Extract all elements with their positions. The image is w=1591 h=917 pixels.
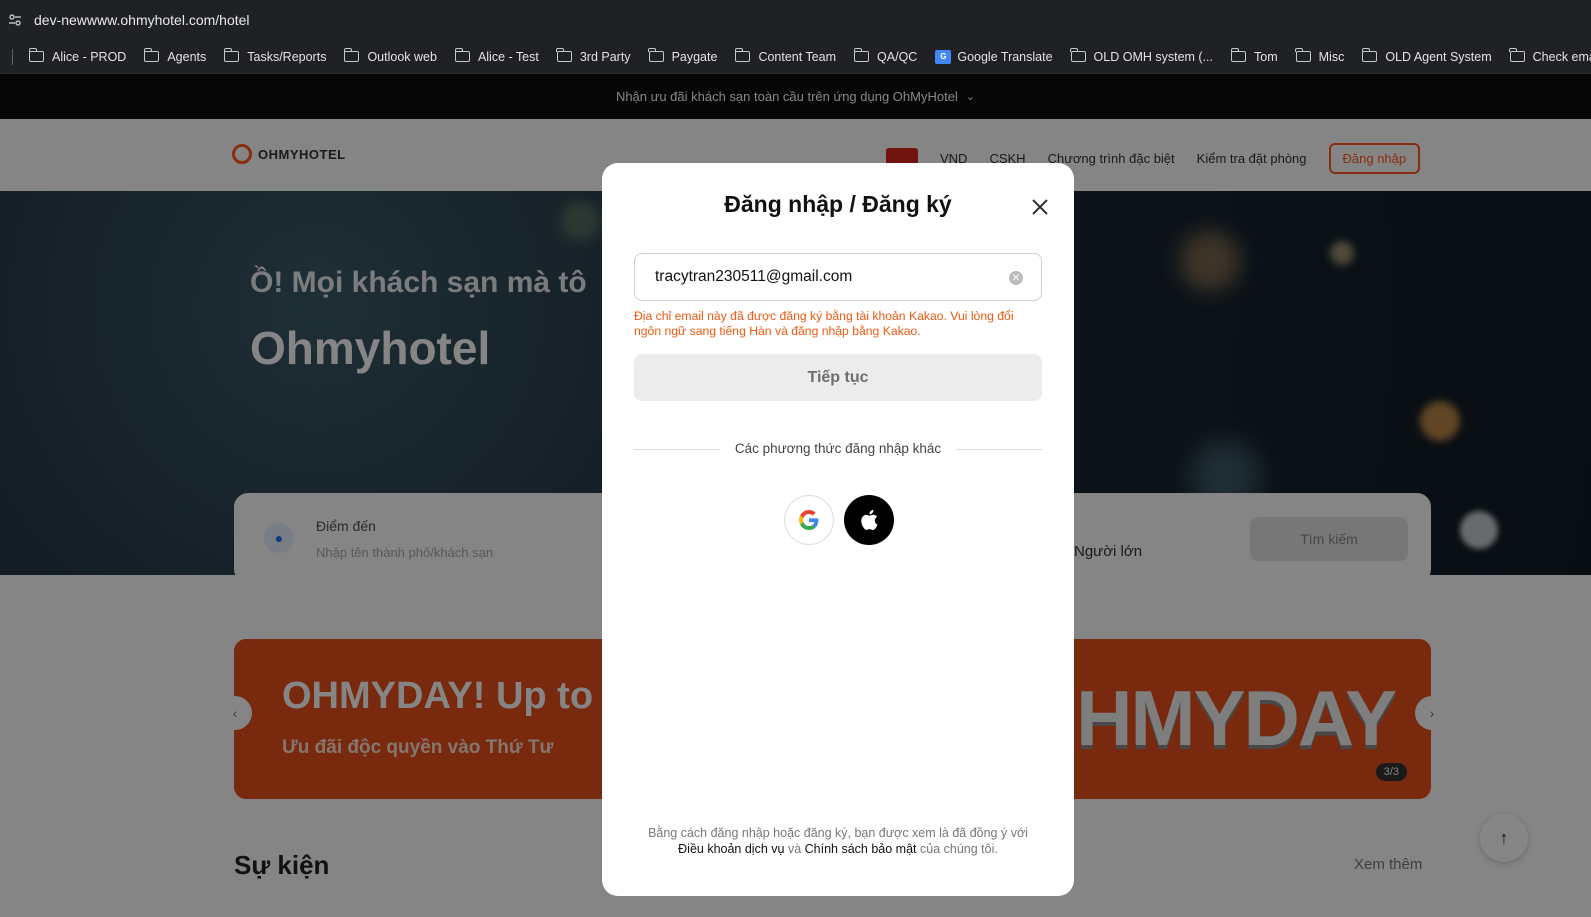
- google-translate-icon: G: [935, 49, 952, 64]
- page-content: Nhận ưu đãi khách sạn toàn cầu trên ứng …: [0, 74, 1591, 917]
- folder-icon: [143, 48, 160, 62]
- bookmark-item[interactable]: Alice - PROD: [28, 48, 127, 64]
- folder-icon: [1509, 48, 1525, 62]
- bookmark-item[interactable]: Alice - Test: [454, 48, 539, 64]
- bookmark-item[interactable]: G Google Translate: [935, 49, 1053, 64]
- bookmark-item[interactable]: Check email sendi: [1509, 48, 1591, 64]
- folder-icon: [1230, 48, 1246, 62]
- bookmark-label: Google Translate: [957, 49, 1053, 64]
- apple-icon: [861, 509, 878, 530]
- bookmark-label: QA/QC: [877, 49, 918, 64]
- close-icon[interactable]: [1026, 193, 1054, 221]
- google-icon: [799, 510, 819, 530]
- terms-of-service-link[interactable]: Điều khoản dịch vụ: [678, 842, 784, 856]
- email-field-wrapper: ✕: [634, 253, 1042, 301]
- google-login-button[interactable]: [784, 495, 834, 545]
- bookmark-item[interactable]: Content Team: [735, 48, 837, 64]
- folder-icon: [853, 48, 870, 62]
- folder-icon: [223, 48, 240, 62]
- folder-icon: [1295, 48, 1311, 62]
- screen: dev-newwww.ohmyhotel.com/hotel Alice - P…: [0, 0, 1591, 917]
- terms-notice: Bằng cách đăng nhập hoặc đăng ký, bạn đư…: [632, 825, 1044, 857]
- site-settings-icon[interactable]: [0, 0, 30, 40]
- login-modal: Đăng nhập / Đăng ký ✕ Địa chỉ email này …: [602, 163, 1074, 896]
- bookmark-label: Content Team: [758, 49, 837, 64]
- email-field[interactable]: [655, 254, 995, 300]
- bookmark-label: 3rd Party: [579, 49, 631, 64]
- apple-login-button[interactable]: [844, 495, 894, 545]
- terms-suffix: của chúng tôi.: [920, 842, 998, 856]
- bookmark-label: Tasks/Reports: [247, 49, 327, 64]
- bookmark-label: OLD Agent System: [1385, 49, 1492, 64]
- bookmark-item[interactable]: Tom: [1230, 48, 1278, 64]
- terms-prefix: Bằng cách đăng nhập hoặc đăng ký, bạn đư…: [648, 826, 1028, 840]
- url-text[interactable]: dev-newwww.ohmyhotel.com/hotel: [34, 12, 250, 28]
- browser-address-bar[interactable]: dev-newwww.ohmyhotel.com/hotel: [0, 0, 1591, 40]
- bookmark-label: Check email sendi: [1532, 49, 1591, 64]
- bookmark-item[interactable]: OLD Agent System: [1361, 48, 1492, 64]
- other-methods-label: Các phương thức đăng nhập khác: [734, 441, 942, 456]
- terms-and: và: [787, 842, 802, 856]
- bookmarks-separator: [12, 48, 13, 65]
- modal-title: Đăng nhập / Đăng ký: [724, 191, 952, 217]
- folder-icon: [648, 48, 664, 62]
- folder-icon: [1361, 48, 1378, 62]
- bookmark-label: Tom: [1254, 49, 1278, 64]
- folder-icon: [735, 48, 751, 62]
- folder-icon: [1070, 48, 1086, 62]
- bookmark-label: Misc: [1318, 49, 1345, 64]
- bookmark-label: Alice - Test: [477, 49, 539, 64]
- bookmark-label: Agents: [167, 49, 207, 64]
- bookmark-label: Outlook web: [367, 49, 437, 64]
- bookmark-item[interactable]: Misc: [1295, 48, 1345, 64]
- bookmark-item[interactable]: Agents: [143, 48, 207, 64]
- bookmark-item[interactable]: Outlook web: [344, 48, 437, 64]
- folder-icon: [454, 48, 470, 62]
- bookmark-item[interactable]: QA/QC: [853, 48, 918, 64]
- bookmarks-bar: Alice - PROD Agents Tasks/Reports Outlook w…: [0, 40, 1591, 74]
- folder-icon: [344, 48, 360, 62]
- continue-button[interactable]: Tiếp tục: [634, 354, 1042, 401]
- bookmark-item[interactable]: Tasks/Reports: [223, 48, 327, 64]
- folder-icon: [28, 48, 44, 62]
- bookmark-item[interactable]: 3rd Party: [556, 48, 631, 64]
- email-error-message: Địa chỉ email này đã được đăng ký bằng t…: [634, 309, 1014, 338]
- bookmark-item[interactable]: OLD OMH system (...: [1070, 48, 1213, 64]
- folder-icon: [556, 48, 572, 62]
- clear-input-icon[interactable]: ✕: [1009, 271, 1023, 285]
- privacy-policy-link[interactable]: Chính sách bảo mật: [805, 842, 917, 856]
- bookmark-item[interactable]: Paygate: [648, 48, 718, 64]
- bookmark-label: Alice - PROD: [52, 49, 127, 64]
- bookmark-label: OLD OMH system (...: [1093, 49, 1213, 64]
- bookmark-label: Paygate: [671, 49, 718, 64]
